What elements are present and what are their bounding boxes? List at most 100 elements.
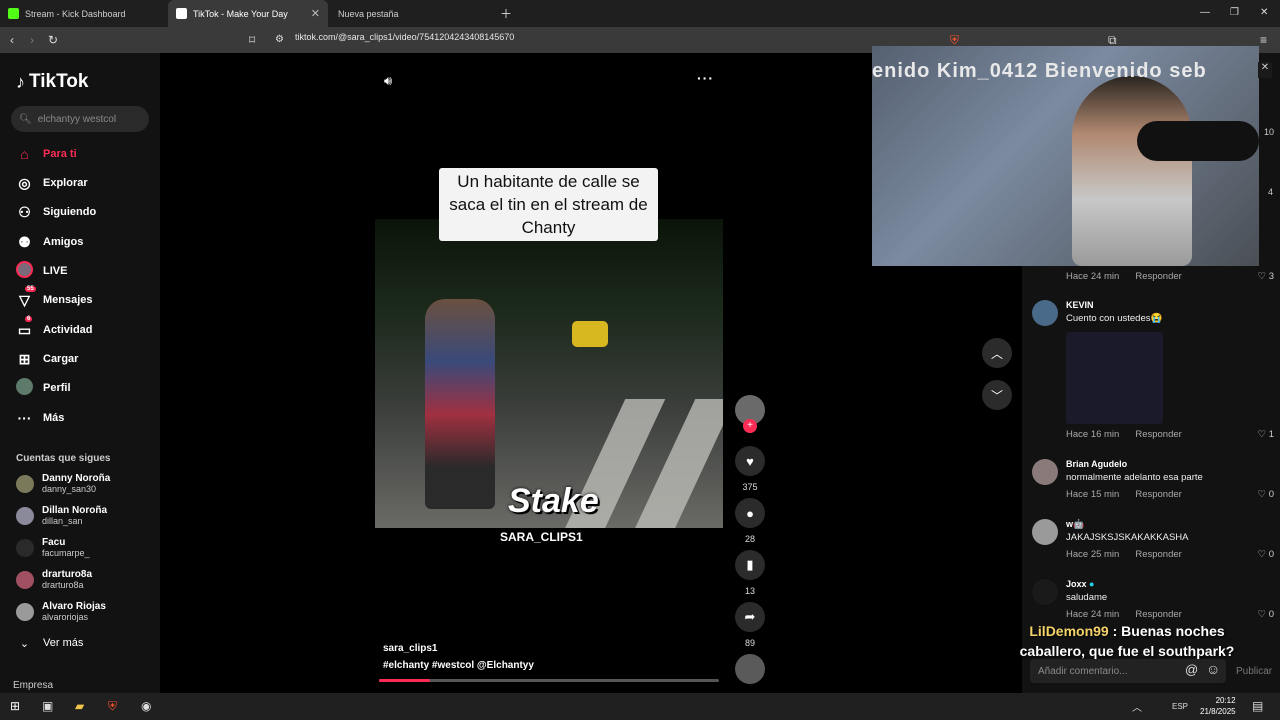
comment-like[interactable]: ♡ 3 — [1258, 271, 1274, 282]
new-tab-icon[interactable]: ＋ — [500, 6, 512, 22]
handle-watermark: SARA_CLIPS1 — [500, 530, 583, 544]
reply-button[interactable]: Responder — [1135, 549, 1181, 560]
mention-icon[interactable]: @ — [1185, 662, 1198, 677]
comment-image[interactable] — [1066, 332, 1163, 424]
brave-browser-icon[interactable]: ⛨ — [108, 699, 117, 714]
nav-actividad[interactable]: ▭ 6 Actividad — [16, 315, 93, 340]
file-explorer-icon[interactable]: ▰ — [75, 699, 84, 713]
taskbar-clock[interactable]: 20:12 21/8/2025 — [1200, 695, 1236, 717]
follow-plus-icon[interactable]: + — [743, 419, 757, 433]
nav-label: LIVE — [43, 265, 68, 277]
like-button[interactable]: ♥ 375 — [735, 446, 765, 492]
comment-like[interactable]: ♡ 0 — [1258, 609, 1274, 620]
tiktok-logo[interactable]: ♪ TikTok — [16, 71, 88, 93]
reload-icon[interactable]: ↻ — [48, 32, 58, 48]
site-info-icon[interactable]: ⚙ — [275, 32, 284, 48]
tab-tiktok[interactable]: TikTok - Make Your Day ✕ — [168, 0, 328, 27]
windows-start-icon[interactable]: ⊞ — [10, 699, 20, 713]
video-tags[interactable]: #elchanty #westcol @Elchantyy — [383, 660, 534, 671]
following-account[interactable]: drarturo8a drarturo8a — [16, 569, 92, 591]
nav-live[interactable]: LIVE — [16, 261, 67, 281]
comment-like[interactable]: ♡ 0 — [1258, 489, 1274, 500]
account-handle: drarturo8a — [42, 580, 84, 590]
bookmark-icon[interactable]: ⌑ — [249, 32, 255, 48]
nav-mas[interactable]: ··· Más — [16, 408, 65, 428]
nav-para-ti[interactable]: ⌂ Para ti — [16, 144, 77, 164]
close-icon[interactable]: ✕ — [1258, 62, 1272, 78]
activity-icon: ▭ 6 — [17, 315, 33, 338]
notification-icon[interactable]: ▤ — [1252, 699, 1263, 713]
windows-taskbar: ⊞ ▣ ▰ ⛨ ◉ ︿ ESP ▤ — [0, 693, 1280, 720]
publish-button[interactable]: Publicar — [1236, 666, 1272, 677]
avatar[interactable] — [1032, 459, 1058, 485]
comment-author[interactable]: Brian Agudelo — [1066, 459, 1127, 469]
account-handle: alvaroriojas — [42, 612, 89, 622]
streamer-silhouette — [1072, 76, 1192, 266]
avatar[interactable] — [1032, 519, 1058, 545]
account-name: Facu — [42, 537, 66, 548]
comment-like[interactable]: ♡ 1 — [1258, 429, 1274, 440]
company-link[interactable]: Empresa — [13, 680, 53, 691]
obs-icon[interactable]: ◉ — [141, 699, 151, 713]
emoji-icon[interactable]: ☺ — [1206, 661, 1220, 677]
nav-amigos[interactable]: ⚉ Amigos — [16, 232, 83, 252]
avatar[interactable] — [1032, 300, 1058, 326]
tray-chevron-icon[interactable]: ︿ — [1132, 699, 1142, 714]
tiktok-icon — [176, 8, 187, 19]
back-icon[interactable]: ‹ — [10, 32, 14, 48]
share-count: 89 — [744, 638, 755, 648]
nav-explorar[interactable]: ◎ Explorar — [16, 173, 87, 193]
compass-icon: ◎ — [18, 174, 31, 191]
nav-label: Siguiendo — [43, 206, 97, 218]
comment-time: Hace 25 min Responder — [1066, 549, 1182, 560]
comment-button[interactable]: ● 28 — [735, 498, 765, 544]
previous-video-button[interactable]: ︿ — [982, 338, 1012, 368]
reply-button[interactable]: Responder — [1135, 609, 1181, 620]
comment-icon: ● — [735, 498, 765, 528]
language-indicator[interactable]: ESP — [1172, 702, 1188, 711]
video-author[interactable]: sara_clips1 — [383, 643, 438, 654]
see-more-button[interactable]: ⌄ Ver más — [16, 633, 83, 653]
tab-title: Stream - Kick Dashboard — [25, 8, 126, 19]
tab-kick-dashboard[interactable]: Stream - Kick Dashboard — [0, 0, 168, 27]
close-tab-icon[interactable]: ✕ — [311, 7, 320, 20]
next-video-button[interactable]: ﹀ — [982, 380, 1012, 410]
share-button[interactable]: ➦ 89 — [735, 602, 765, 648]
chevron-up-icon: ︿ — [990, 346, 1003, 361]
following-account[interactable]: Dillan Noroña dillan_san — [16, 505, 107, 527]
tab-new[interactable]: Nueva pestaña — [330, 0, 490, 27]
avatar — [16, 507, 34, 525]
video-progress-bar[interactable] — [379, 679, 719, 682]
reply-button[interactable]: Responder — [1135, 271, 1181, 282]
following-account[interactable]: Danny Noroña danny_san30 — [16, 473, 110, 495]
reply-button[interactable]: Responder — [1135, 489, 1181, 500]
reply-button[interactable]: Responder — [1135, 429, 1181, 440]
forward-icon[interactable]: › — [30, 32, 34, 48]
following-icon: ⚇ — [18, 203, 31, 220]
following-account[interactable]: Alvaro Riojas alvaroriojas — [16, 601, 106, 623]
chevron-down-icon: ﹀ — [990, 388, 1003, 403]
following-account[interactable]: Facu facumarpe_ — [16, 537, 90, 559]
volume-icon[interactable]: 🔊︎ — [384, 73, 392, 89]
save-button[interactable]: ▮ 13 — [735, 550, 765, 596]
avatar[interactable] — [1032, 579, 1058, 605]
close-window-icon[interactable]: ✕ — [1260, 7, 1268, 18]
nav-siguiendo[interactable]: ⚇ Siguiendo — [16, 202, 96, 222]
more-options-icon[interactable]: ··· — [697, 70, 714, 86]
creator-avatar-button[interactable]: + — [735, 395, 765, 433]
sound-avatar[interactable] — [735, 654, 765, 684]
comment-like[interactable]: ♡ 0 — [1258, 549, 1274, 560]
nav-cargar[interactable]: ⊞ Cargar — [16, 349, 79, 369]
comment-author[interactable]: w🤖 — [1066, 519, 1084, 530]
minimize-icon[interactable]: — — [1200, 7, 1210, 18]
task-view-icon[interactable]: ▣ — [42, 699, 53, 713]
nav-mensajes[interactable]: ▽ 55 Mensajes — [16, 285, 93, 310]
comment-author[interactable]: Joxx ● — [1066, 579, 1094, 589]
restore-icon[interactable]: ❐ — [1230, 7, 1239, 18]
comment-author[interactable]: KEVIN — [1066, 300, 1094, 310]
nav-perfil[interactable]: Perfil — [16, 378, 71, 398]
search-input[interactable]: 🔍︎ elchantyy westcol — [11, 106, 149, 132]
nav-label: Para ti — [43, 148, 77, 160]
menu-icon[interactable]: ≡ — [1260, 32, 1267, 48]
address-bar[interactable]: tiktok.com/@sara_clips1/video/7541204243… — [295, 32, 514, 42]
